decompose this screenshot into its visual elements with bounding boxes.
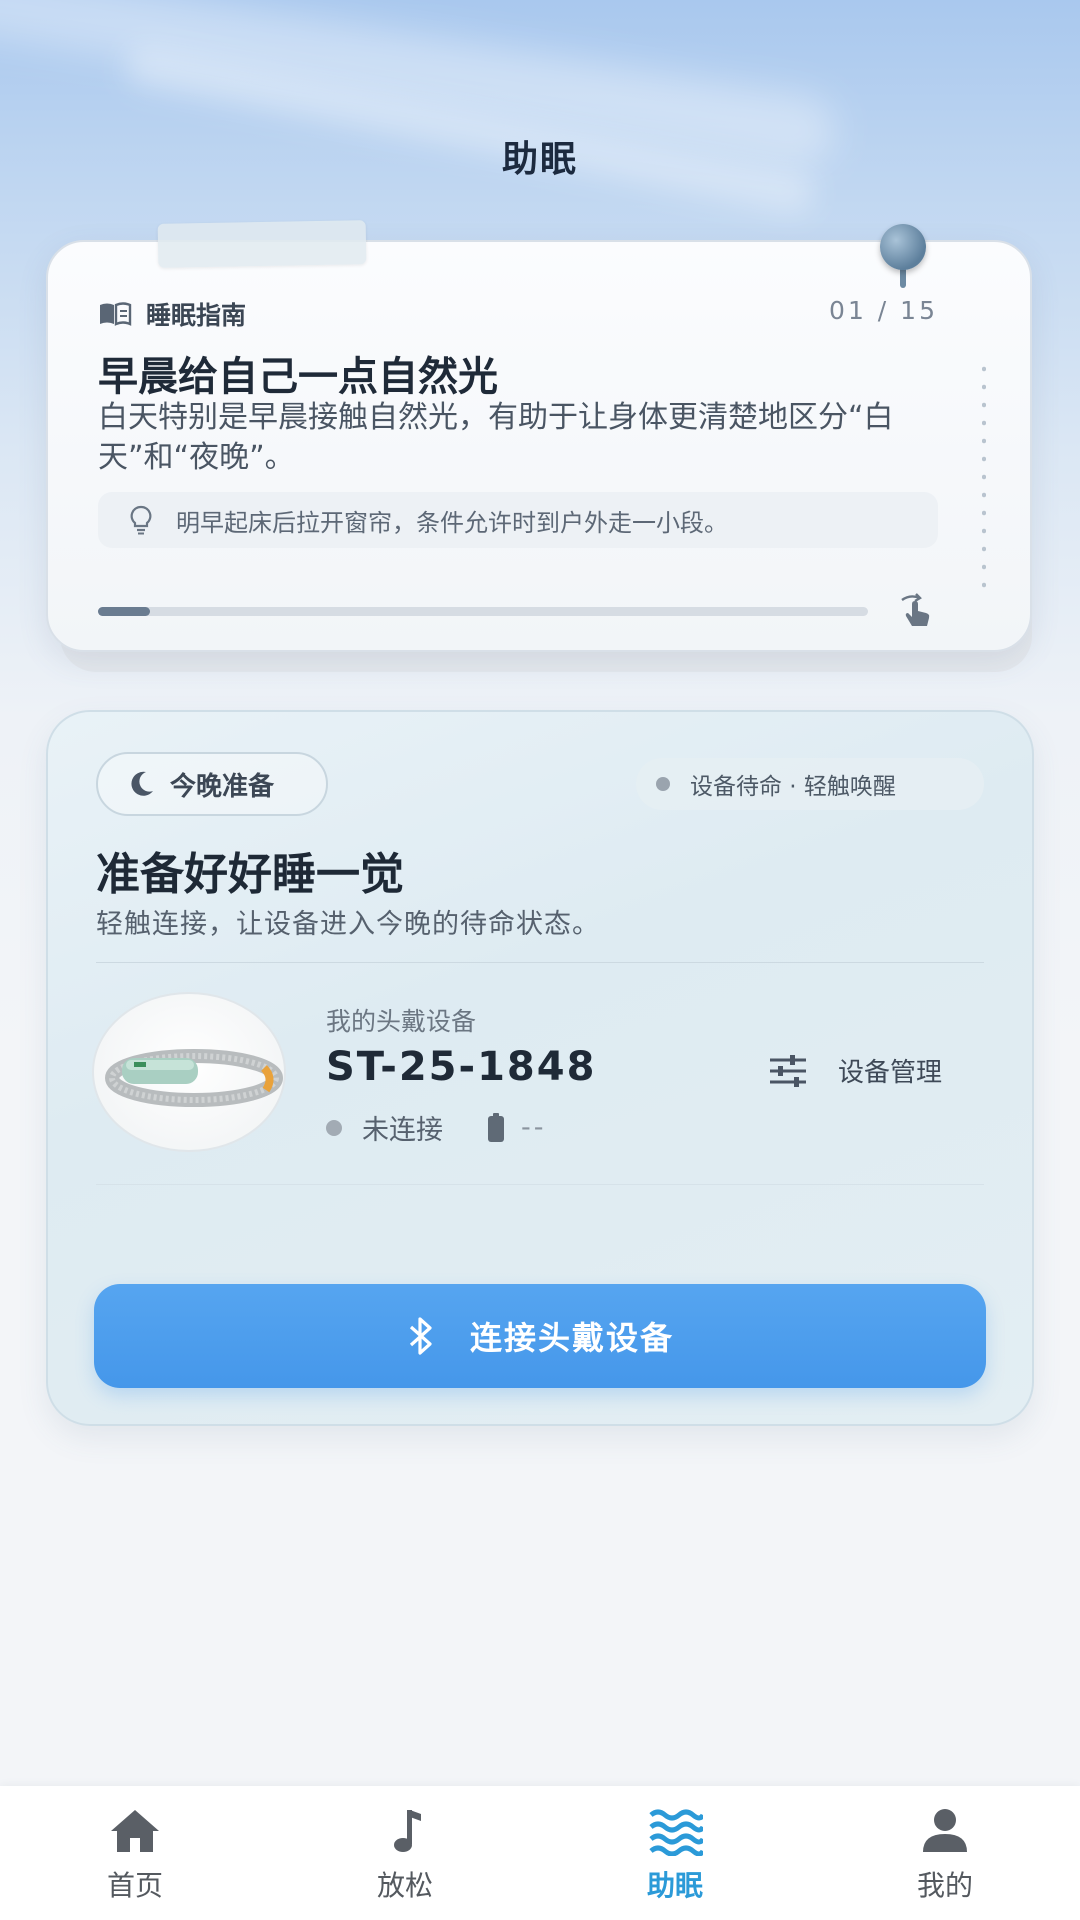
tonight-prep-pill: 今晚准备: [96, 752, 328, 816]
tonight-subtitle: 轻触连接，让设备进入今晚的待命状态。: [96, 909, 600, 940]
tab-relax-label: 放松: [376, 1869, 433, 1902]
tape-decoration: [157, 220, 367, 268]
guide-counter: 01 / 15: [829, 296, 938, 325]
page-title: 助眠: [501, 139, 578, 180]
device-standby-status[interactable]: 设备待命 · 轻触唤醒: [636, 758, 984, 810]
device-manage-label: 设备管理: [838, 1058, 943, 1088]
music-note-icon: [394, 1810, 421, 1852]
swipe-hand-icon[interactable]: [896, 590, 936, 630]
device-status-row: 未连接 --: [326, 1108, 547, 1147]
tonight-title: 准备好好睡一觉: [96, 849, 404, 900]
bluetooth-icon: [409, 1317, 432, 1355]
standby-dot: [656, 777, 670, 791]
connection-dot: [326, 1119, 342, 1136]
guide-progress-bar: [98, 607, 868, 616]
tab-home[interactable]: 首页: [0, 1786, 270, 1920]
guide-progress-fill: [98, 607, 150, 616]
bottom-tab-bar: 首页 放松 助眠 我的: [0, 1786, 1080, 1920]
device-id: ST-25-1848: [326, 1044, 597, 1090]
guide-label: 睡眠指南: [98, 296, 246, 332]
connect-device-button[interactable]: 连接头戴设备: [94, 1284, 986, 1388]
headband-device-image: [92, 992, 286, 1152]
tab-profile[interactable]: 我的: [810, 1786, 1080, 1920]
device-manage-button[interactable]: 设备管理: [768, 1052, 942, 1089]
connection-status: 未连接: [362, 1115, 443, 1146]
home-icon: [111, 1810, 159, 1852]
divider: [96, 962, 984, 963]
tab-sleep-aid-label: 助眠: [646, 1869, 703, 1902]
guide-body: 白天特别是早晨接触自然光，有助于让身体更清楚地区分“白天”和“夜晚”。: [98, 400, 894, 475]
connect-button-label: 连接头戴设备: [469, 1319, 674, 1357]
standby-text: 设备待命 · 轻触唤醒: [690, 774, 896, 800]
prep-pill-label: 今晚准备: [170, 771, 275, 802]
tab-relax[interactable]: 放松: [270, 1786, 540, 1920]
tab-home-label: 首页: [106, 1869, 163, 1902]
guide-label-text: 睡眠指南: [146, 301, 247, 330]
guide-title: 早晨给自己一点自然光: [98, 354, 498, 400]
battery-icon: [488, 1112, 504, 1142]
pin-icon: [880, 224, 926, 270]
user-icon: [923, 1809, 967, 1852]
waves-icon: [649, 1809, 703, 1856]
moon-icon: [131, 771, 153, 796]
tab-profile-label: 我的: [916, 1869, 973, 1902]
dots-rail: [982, 360, 986, 598]
guide-tip-text: 明早起床后拉开窗帘，条件允许时到户外走一小段。: [176, 508, 728, 537]
book-icon: [100, 302, 132, 326]
battery-level: --: [521, 1112, 547, 1143]
divider: [96, 1184, 984, 1185]
tab-sleep-aid[interactable]: 助眠: [540, 1786, 810, 1920]
device-label: 我的头戴设备: [326, 1007, 477, 1036]
lightbulb-icon: [130, 505, 152, 535]
guide-tip: 明早起床后拉开窗帘，条件允许时到户外走一小段。: [98, 492, 938, 548]
sliders-icon: [770, 1054, 806, 1087]
